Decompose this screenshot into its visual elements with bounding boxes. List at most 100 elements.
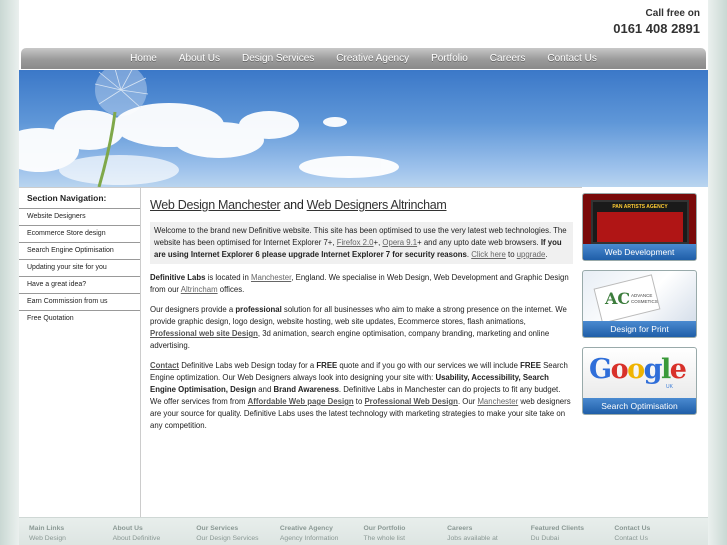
- paragraph-text: offices.: [217, 285, 245, 294]
- services-paragraph: Our designers provide a professional sol…: [150, 304, 573, 352]
- click-here-link[interactable]: Click here: [471, 250, 506, 259]
- footer-heading: Creative Agency: [279, 525, 333, 532]
- call-free-box: Call free on 0161 408 2891: [613, 8, 700, 36]
- footer-link[interactable]: Contact Us: [614, 535, 698, 542]
- main-nav: Home About Us Design Services Creative A…: [21, 48, 706, 69]
- web-development-caption: Web Development: [583, 244, 696, 260]
- paragraph-text: to: [353, 397, 365, 406]
- footer-col-about: About Us About Definitive: [113, 525, 197, 545]
- altrincham-link[interactable]: Altrincham: [181, 285, 218, 294]
- search-optimisation-promo[interactable]: Google UK Search Optimisation: [582, 347, 697, 415]
- paragraph-text: . Our: [457, 397, 478, 406]
- title-and: and: [280, 198, 307, 212]
- footer-col-agency: Creative Agency Agency Information: [280, 525, 364, 545]
- browser-notice: Welcome to the brand new Definitive webs…: [150, 222, 573, 264]
- paragraph-text: Our designers provide a: [150, 305, 236, 314]
- footer-col-portfolio: Our Portfolio The whole list: [364, 525, 448, 545]
- sidebar-item-seo[interactable]: Search Engine Optimisation: [19, 243, 140, 260]
- notice-text: to: [505, 250, 517, 259]
- opera-link[interactable]: Opera 9.1: [382, 238, 417, 247]
- sidebar-item-free-quotation[interactable]: Free Quotation: [19, 311, 140, 328]
- paragraph-text: and: [256, 385, 274, 394]
- firefox-link[interactable]: Firefox 2.0: [337, 238, 374, 247]
- design-for-print-caption: Design for Print: [583, 321, 696, 337]
- design-for-print-promo[interactable]: AC ADVANCE COSMETICS Design for Print: [582, 270, 697, 338]
- contact-link[interactable]: Contact: [150, 361, 179, 370]
- footer-col-careers: Careers Jobs available at: [447, 525, 531, 545]
- paragraph-text: quote and if you go with our services we…: [337, 361, 521, 370]
- upgrade-link[interactable]: upgrade: [517, 250, 546, 259]
- sidebar-item-ecommerce[interactable]: Ecommerce Store design: [19, 226, 140, 243]
- footer-col-main-links: Main Links Web Design: [29, 525, 113, 545]
- footer-heading: Our Portfolio: [363, 525, 406, 532]
- ac-logo-line2: COSMETICS: [631, 299, 658, 304]
- company-name: Definitive Labs: [150, 273, 206, 282]
- main-content: Web Design Manchester and Web Designers …: [141, 187, 582, 517]
- footer-heading: About Us: [112, 525, 143, 532]
- sidebar-item-great-idea[interactable]: Have a great idea?: [19, 277, 140, 294]
- hero-banner: [19, 70, 708, 187]
- notice-text: + and any upto date web browsers.: [417, 238, 541, 247]
- footer-heading: Main Links: [29, 525, 65, 532]
- section-navigation: Section Navigation: Website Designers Ec…: [19, 187, 141, 517]
- ac-logo-line1: ADVANCE: [631, 293, 653, 298]
- call-free-label: Call free on: [645, 8, 700, 19]
- page-title: Web Design Manchester and Web Designers …: [150, 198, 573, 212]
- nav-about-us[interactable]: About Us: [168, 53, 231, 64]
- ac-logo-text: ADVANCE COSMETICS: [631, 293, 658, 305]
- screen-content: [597, 212, 683, 242]
- footer: Main Links Web Design About Us About Defin…: [19, 517, 708, 545]
- phone-number[interactable]: 0161 408 2891: [613, 21, 700, 36]
- contact-paragraph: Contact Definitive Labs web Design today…: [150, 360, 573, 432]
- sky-dandelion-illustration: [19, 70, 399, 187]
- website-screenshot-thumbnail: PAN ARTISTS AGENCY: [591, 200, 689, 244]
- manchester-link-2[interactable]: Manchester: [477, 397, 518, 406]
- nav-creative-agency[interactable]: Creative Agency: [325, 53, 420, 64]
- footer-col-contact: Contact Us Contact Us: [614, 525, 698, 545]
- emphasis: Brand Awareness: [273, 385, 339, 394]
- title-link-web-design-manchester[interactable]: Web Design Manchester: [150, 198, 281, 212]
- page: Call free on 0161 408 2891 Home About Us…: [19, 0, 708, 545]
- notice-text: .: [545, 250, 548, 259]
- emphasis: FREE: [520, 361, 541, 370]
- screen-title: PAN ARTISTS AGENCY: [612, 204, 668, 210]
- emphasis: FREE: [316, 361, 338, 370]
- footer-col-clients: Featured Clients Du Dubai: [531, 525, 615, 545]
- professional-web-site-design-link[interactable]: Professional web site Design: [150, 329, 258, 338]
- manchester-link[interactable]: Manchester: [251, 273, 291, 282]
- footer-link[interactable]: Web Design: [29, 535, 113, 542]
- paragraph-text: Definitive Labs web Design today for a: [179, 361, 317, 370]
- footer-heading: Careers: [447, 525, 473, 532]
- nav-portfolio[interactable]: Portfolio: [420, 53, 479, 64]
- footer-col-services: Our Services Our Design Services: [196, 525, 280, 545]
- sidebar-item-website-designers[interactable]: Website Designers: [19, 209, 140, 226]
- footer-link[interactable]: Our Design Services: [196, 535, 280, 542]
- affordable-web-page-design-link[interactable]: Affordable Web page Design: [248, 397, 354, 406]
- promo-column: PAN ARTISTS AGENCY Web Development AC AD…: [582, 193, 697, 424]
- footer-link[interactable]: About Definitive: [113, 535, 197, 542]
- footer-heading: Contact Us: [614, 525, 651, 532]
- footer-link[interactable]: Du Dubai: [531, 535, 615, 542]
- footer-heading: Featured Clients: [530, 525, 585, 532]
- nav-home[interactable]: Home: [119, 53, 168, 64]
- paragraph-text: is located in: [205, 273, 251, 282]
- nav-contact-us[interactable]: Contact Us: [536, 53, 607, 64]
- sidebar-item-updating[interactable]: Updating your site for you: [19, 260, 140, 277]
- sidebar-item-commission[interactable]: Earn Commission from us: [19, 294, 140, 311]
- nav-careers[interactable]: Careers: [479, 53, 537, 64]
- footer-link[interactable]: Agency Information: [280, 535, 364, 542]
- footer-link[interactable]: The whole list: [364, 535, 448, 542]
- footer-heading: Our Services: [196, 525, 239, 532]
- header: Call free on 0161 408 2891: [19, 0, 708, 46]
- nav-design-services[interactable]: Design Services: [231, 53, 325, 64]
- search-optimisation-caption: Search Optimisation: [583, 398, 696, 414]
- emphasis: professional: [235, 305, 282, 314]
- footer-link[interactable]: Jobs available at: [447, 535, 531, 542]
- intro-paragraph: Definitive Labs is located in Manchester…: [150, 272, 573, 296]
- title-link-web-designers-altrincham[interactable]: Web Designers Altrincham: [307, 198, 447, 212]
- google-logo: Google: [589, 354, 687, 385]
- section-navigation-title: Section Navigation:: [19, 188, 140, 209]
- ac-logo: AC: [605, 289, 631, 308]
- professional-web-design-link[interactable]: Professional Web Design: [364, 397, 457, 406]
- web-development-promo[interactable]: PAN ARTISTS AGENCY Web Development: [582, 193, 697, 261]
